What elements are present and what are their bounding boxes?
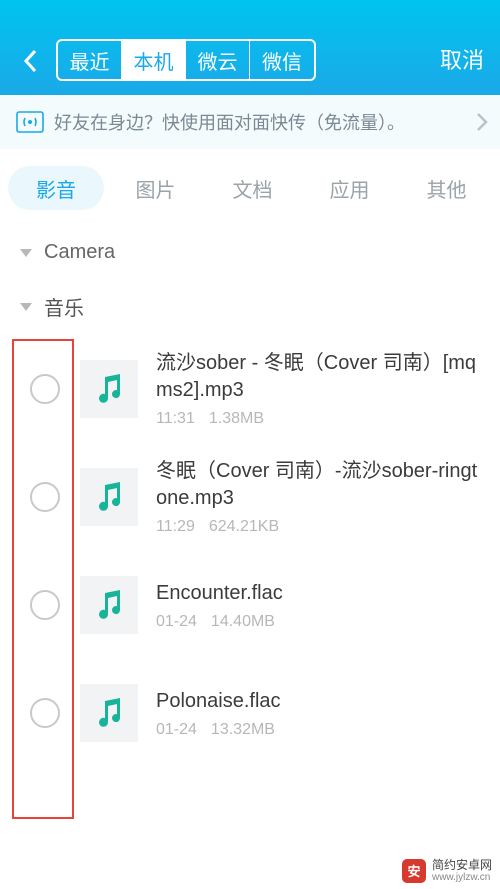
watermark-logo-icon: 安: [402, 859, 426, 883]
file-row[interactable]: 流沙sober - 冬眠（Cover 司南）[mqms2].mp3 11:311…: [16, 335, 500, 443]
section-header-music[interactable]: 音乐: [0, 278, 500, 335]
file-name: Polonaise.flac: [156, 688, 484, 715]
file-meta: 11:29 624.21KB: [156, 518, 484, 536]
caret-down-icon: [20, 249, 32, 257]
watermark-brand: 简约安卓网: [432, 859, 492, 872]
chevron-right-icon: [476, 112, 488, 132]
music-note-icon: [96, 698, 122, 728]
file-info: Encounter.flac 01-24 14.40MB: [156, 580, 484, 631]
watermark-text: 简约安卓网 www.jylzw.cn: [432, 859, 492, 883]
watermark: 安 简约安卓网 www.jylzw.cn: [402, 859, 492, 883]
file-name: Encounter.flac: [156, 580, 484, 607]
cancel-button[interactable]: 取消: [428, 37, 490, 81]
section-title: Camera: [44, 241, 115, 264]
file-meta: 11:31 1.38MB: [156, 410, 484, 428]
category-tab-other[interactable]: 其他: [401, 166, 492, 210]
caret-down-icon: [20, 303, 32, 311]
file-name: 冬眠（Cover 司南）-流沙sober-ringtone.mp3: [156, 458, 484, 512]
section-header-camera[interactable]: Camera: [0, 227, 500, 278]
source-tab-recent[interactable]: 最近: [58, 41, 122, 79]
file-size: 13.32MB: [211, 721, 275, 738]
file-time: 01-24: [156, 613, 197, 630]
category-tab-docs[interactable]: 文档: [207, 166, 298, 210]
watermark-url: www.jylzw.cn: [432, 872, 492, 883]
file-info: 冬眠（Cover 司南）-流沙sober-ringtone.mp3 11:29 6…: [156, 458, 484, 536]
file-name: 流沙sober - 冬眠（Cover 司南）[mqms2].mp3: [156, 350, 484, 404]
source-tab-weiyun[interactable]: 微云: [186, 41, 250, 79]
select-checkbox[interactable]: [30, 374, 60, 404]
music-note-icon: [96, 374, 122, 404]
file-info: 流沙sober - 冬眠（Cover 司南）[mqms2].mp3 11:311…: [156, 350, 484, 428]
broadcast-icon: [16, 111, 44, 133]
source-tab-local[interactable]: 本机: [122, 41, 186, 79]
category-tab-apps[interactable]: 应用: [304, 166, 395, 210]
file-meta: 01-24 14.40MB: [156, 613, 484, 631]
file-thumbnail: [80, 468, 138, 526]
file-time: 11:31: [156, 410, 195, 427]
select-checkbox[interactable]: [30, 482, 60, 512]
file-row[interactable]: Encounter.flac 01-24 14.40MB: [16, 551, 500, 659]
file-size: 14.40MB: [211, 613, 275, 630]
select-checkbox[interactable]: [30, 698, 60, 728]
file-row[interactable]: Polonaise.flac 01-24 13.32MB: [16, 659, 500, 767]
music-note-icon: [96, 482, 122, 512]
file-list: 流沙sober - 冬眠（Cover 司南）[mqms2].mp3 11:311…: [0, 335, 500, 767]
music-note-icon: [96, 590, 122, 620]
file-row[interactable]: 冬眠（Cover 司南）-流沙sober-ringtone.mp3 11:29 6…: [16, 443, 500, 551]
section-title: 音乐: [44, 292, 84, 321]
file-size: 1.38MB: [209, 410, 264, 427]
file-thumbnail: [80, 360, 138, 418]
category-tabs: 影音 图片 文档 应用 其他: [0, 149, 500, 227]
file-thumbnail: [80, 576, 138, 634]
select-checkbox[interactable]: [30, 590, 60, 620]
top-header: 最近 本机 微云 微信 取消: [0, 0, 500, 95]
file-time: 11:29: [156, 518, 195, 535]
promo-banner-text: 好友在身边？快使用面对面快传（免流量）。: [54, 109, 405, 135]
file-info: Polonaise.flac 01-24 13.32MB: [156, 688, 484, 739]
file-meta: 01-24 13.32MB: [156, 721, 484, 739]
source-tabs: 最近 本机 微云 微信: [56, 39, 316, 81]
back-button[interactable]: [10, 41, 50, 81]
source-tab-wechat[interactable]: 微信: [250, 41, 314, 79]
file-time: 01-24: [156, 721, 197, 738]
file-thumbnail: [80, 684, 138, 742]
chevron-left-icon: [23, 49, 37, 73]
file-size: 624.21KB: [209, 518, 279, 535]
promo-banner[interactable]: 好友在身边？快使用面对面快传（免流量）。: [0, 95, 500, 149]
category-tab-images[interactable]: 图片: [110, 166, 201, 210]
category-tab-media[interactable]: 影音: [8, 166, 104, 210]
